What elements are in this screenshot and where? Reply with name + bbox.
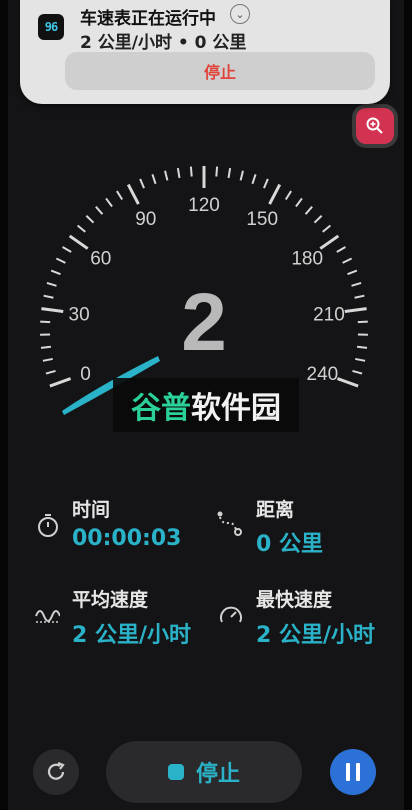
distance-label: 距离 xyxy=(256,499,295,521)
gauge-tick xyxy=(336,377,359,388)
time-label: 时间 xyxy=(72,499,111,521)
gauge-tick xyxy=(313,215,323,224)
gauge-tick xyxy=(151,174,157,185)
gauge-tick xyxy=(263,178,269,189)
gauge-tick xyxy=(126,183,140,205)
gauge-tick xyxy=(356,345,368,349)
gauge-tick xyxy=(41,307,64,313)
stop-icon xyxy=(167,764,184,780)
gauge-tick xyxy=(347,269,358,276)
gauge-tick xyxy=(62,246,72,253)
gauge-icon xyxy=(220,606,242,623)
gauge-tick xyxy=(45,369,56,375)
gauge-tick xyxy=(227,167,232,179)
gauge-tick xyxy=(85,215,95,224)
route-icon xyxy=(217,511,242,536)
gauge-tick-label: 60 xyxy=(90,249,111,270)
reset-button[interactable] xyxy=(33,749,79,795)
gauge-tick xyxy=(50,269,61,276)
time-value: 00:00:03 xyxy=(72,526,182,551)
pause-button[interactable] xyxy=(330,749,376,795)
app-icon: 96 xyxy=(38,14,64,40)
gauge-tick xyxy=(68,234,89,250)
gauge-tick xyxy=(284,190,292,201)
gauge-tick xyxy=(304,206,313,215)
gauge-tick xyxy=(352,369,363,375)
gauge-tick-label: 120 xyxy=(188,195,220,216)
gauge-tick xyxy=(105,197,113,208)
current-speed: 2 xyxy=(181,277,227,368)
gauge-tick xyxy=(40,320,51,324)
gauge-tick xyxy=(164,170,169,181)
gauge-tick xyxy=(344,307,367,313)
avg-speed-value: 2 公里/小时 xyxy=(72,623,192,648)
gauge-tick xyxy=(268,183,282,205)
max-speed-value: 2 公里/小时 xyxy=(256,623,376,648)
gauge-tick xyxy=(336,246,346,253)
pause-icon xyxy=(346,763,350,781)
gauge-tick xyxy=(295,197,303,208)
gauge-tick xyxy=(251,174,257,185)
wave-icon xyxy=(35,610,60,623)
notification-stop-button[interactable]: 停止 xyxy=(65,52,375,90)
gauge-tick-label: 150 xyxy=(246,209,278,230)
gauge-tick-label: 180 xyxy=(291,249,323,270)
gauge-tick xyxy=(95,206,104,215)
gauge-tick-label: 90 xyxy=(135,209,156,230)
avg-speed-label: 平均速度 xyxy=(72,589,149,611)
gauge-tick-label: 30 xyxy=(69,305,90,326)
gauge-tick xyxy=(139,178,145,189)
zoom-in-icon xyxy=(366,117,383,134)
chevron-down-icon[interactable]: ⌄ xyxy=(230,4,250,24)
gauge-tick xyxy=(351,282,362,287)
gauge-tick xyxy=(176,167,181,179)
distance-value: 0 公里 xyxy=(256,532,323,557)
gauge-tick xyxy=(342,257,353,264)
gauge-tick xyxy=(55,257,66,264)
gauge-tick xyxy=(42,357,53,362)
gauge-tick xyxy=(116,190,124,201)
stop-button[interactable]: 停止 xyxy=(106,741,302,803)
max-speed-label: 最快速度 xyxy=(256,589,333,611)
watermark: 谷普 软件园 xyxy=(113,378,299,432)
gauge-tick xyxy=(76,224,86,233)
stop-button-label: 停止 xyxy=(195,762,240,787)
gauge-tick xyxy=(215,166,219,177)
watermark-part1: 谷普 xyxy=(131,391,191,426)
gauge-tick xyxy=(49,377,72,388)
notification-subtitle: 2 公里/小时 • 0 公里 xyxy=(80,33,247,53)
gauge-tick xyxy=(319,234,340,250)
gauge-tick xyxy=(322,224,332,233)
gauge-tick xyxy=(239,170,244,181)
gauge-tick xyxy=(46,282,57,287)
pause-icon-bar xyxy=(356,763,360,781)
gauge-tick xyxy=(189,166,193,177)
gauge-tick xyxy=(357,320,368,324)
gauge-tick-label: 240 xyxy=(307,364,339,385)
notification-banner[interactable]: 96 车速表正在运行中 ⌄ 2 公里/小时 • 0 公里 停止 xyxy=(20,0,390,104)
gauge-tick xyxy=(40,345,52,349)
zoom-button[interactable] xyxy=(356,108,394,144)
refresh-icon xyxy=(47,761,65,780)
gauge-tick-label: 210 xyxy=(313,305,345,326)
stopwatch-icon xyxy=(38,514,58,537)
gauge-tick xyxy=(43,294,54,299)
notification-title: 车速表正在运行中 xyxy=(80,9,216,29)
gauge-tick xyxy=(354,294,365,299)
gauge-tick xyxy=(355,357,366,362)
watermark-part2: 软件园 xyxy=(191,391,281,426)
gauge-tick-label: 0 xyxy=(80,364,91,385)
